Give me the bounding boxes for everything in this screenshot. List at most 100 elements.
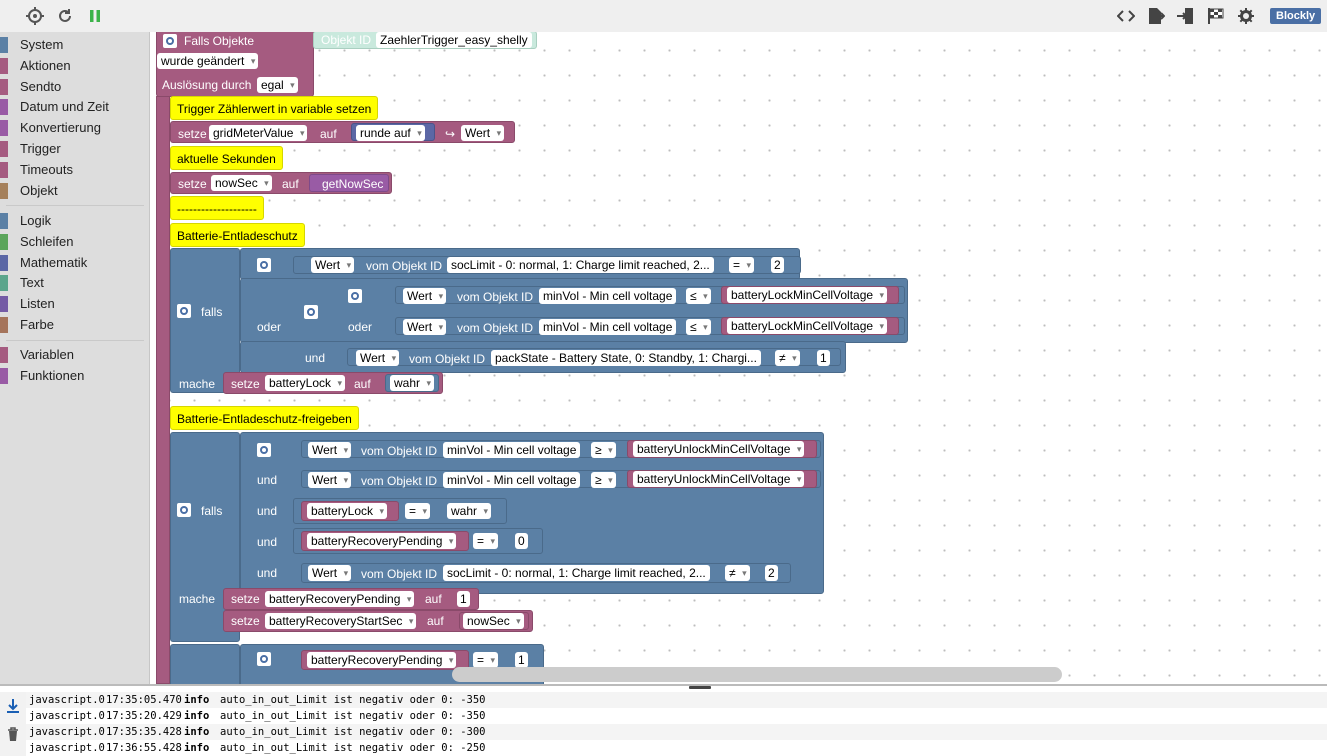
category-timeouts[interactable]: Timeouts <box>0 160 150 180</box>
variable-dropdown[interactable]: batteryLock <box>265 375 346 391</box>
object-id-field[interactable]: socLimit - 0: normal, 1: Charge limit re… <box>443 565 710 581</box>
pause-icon[interactable] <box>85 6 105 26</box>
category-system[interactable]: System <box>0 35 150 55</box>
number-field[interactable]: 1 <box>515 652 528 668</box>
category-objekt[interactable]: Objekt <box>0 181 150 201</box>
variable-dropdown[interactable]: batteryUnlockMinCellVoltage <box>633 441 805 457</box>
gear-icon[interactable] <box>163 34 177 48</box>
category-listen[interactable]: Listen <box>0 294 150 314</box>
operator-dropdown[interactable]: = <box>473 533 499 549</box>
gear-icon[interactable] <box>257 443 271 457</box>
operator-dropdown[interactable]: ≠ <box>725 565 750 581</box>
operator-dropdown[interactable]: ≥ <box>591 472 616 488</box>
variable-dropdown[interactable]: batteryLockMinCellVoltage <box>727 287 888 303</box>
category-variablen[interactable]: Variablen <box>0 345 150 365</box>
category-mathematik[interactable]: Mathematik <box>0 253 150 273</box>
number-field[interactable]: 1 <box>817 350 830 366</box>
comment-block[interactable]: -------------------- <box>170 196 264 220</box>
object-id-field[interactable]: packState - Battery State, 0: Standby, 1… <box>491 350 761 366</box>
object-id-field[interactable]: minVol - Min cell voltage <box>443 442 581 458</box>
gear-icon[interactable] <box>177 304 191 318</box>
wert-dropdown[interactable]: Wert <box>308 472 352 488</box>
operator-dropdown[interactable]: ≠ <box>775 350 800 366</box>
operator-dropdown[interactable]: = <box>473 652 499 668</box>
trigger-dropdown[interactable]: egal <box>257 77 298 93</box>
object-id-value[interactable]: ZaehlerTrigger_easy_shelly <box>376 32 532 48</box>
setze-label: setze <box>231 377 260 391</box>
category-sendto[interactable]: Sendto <box>0 77 150 97</box>
operator-dropdown[interactable]: ≤ <box>686 288 711 304</box>
variable-dropdown[interactable]: batteryLockMinCellVoltage <box>727 318 888 334</box>
log-src: javascript.0 <box>29 726 105 738</box>
round-dropdown[interactable]: runde auf <box>356 125 425 141</box>
wert-dropdown[interactable]: Wert <box>403 319 447 335</box>
category-sidebar: System Aktionen Sendto Datum und Zeit Konver… <box>0 32 150 684</box>
category-logik[interactable]: Logik <box>0 211 150 231</box>
gear-icon[interactable] <box>257 652 271 666</box>
number-field[interactable]: 2 <box>771 257 784 273</box>
variable-dropdown[interactable]: batteryRecoveryStartSec <box>265 613 417 629</box>
crosshair-icon[interactable] <box>25 6 45 26</box>
gear-icon[interactable] <box>348 289 362 303</box>
log-row: javascript.0 17:35:05.470 info auto_in_out_… <box>26 692 1327 708</box>
number-field[interactable]: 0 <box>515 533 528 549</box>
wert-dropdown[interactable]: Wert <box>356 350 400 366</box>
operator-dropdown[interactable]: = <box>405 503 431 519</box>
reload-icon[interactable] <box>55 6 75 26</box>
gear-icon[interactable] <box>257 258 271 272</box>
variable-dropdown[interactable]: nowSec <box>463 613 524 629</box>
boolean-dropdown[interactable]: wahr <box>390 375 435 391</box>
operator-dropdown[interactable]: ≥ <box>591 442 616 458</box>
wert-dropdown[interactable]: Wert <box>311 257 355 273</box>
operator-dropdown[interactable]: = <box>729 257 755 273</box>
wert-dropdown[interactable]: Wert <box>308 442 352 458</box>
gear-icon[interactable] <box>177 503 191 517</box>
operator-dropdown[interactable]: ≤ <box>686 319 711 335</box>
import-icon[interactable] <box>1176 6 1196 26</box>
comment-block[interactable]: Batterie-Entladeschutz-freigeben <box>170 406 359 430</box>
gear-icon[interactable] <box>304 305 318 319</box>
variable-dropdown[interactable]: batteryRecoveryPending <box>307 533 457 549</box>
comment-block[interactable]: aktuelle Sekunden <box>170 146 283 170</box>
changed-dropdown[interactable]: wurde geändert <box>157 53 259 69</box>
number-field[interactable]: 1 <box>457 591 470 607</box>
wert-dropdown[interactable]: Wert <box>308 565 352 581</box>
variable-dropdown[interactable]: batteryRecoveryPending <box>265 591 415 607</box>
number-field[interactable]: 2 <box>765 565 778 581</box>
object-id-field[interactable]: minVol - Min cell voltage <box>443 472 581 488</box>
category-label: Objekt <box>20 182 58 198</box>
variable-dropdown[interactable]: gridMeterValue <box>209 125 308 141</box>
category-funktionen[interactable]: Funktionen <box>0 366 150 386</box>
blockly-mode-badge[interactable]: Blockly <box>1270 8 1322 24</box>
category-farbe[interactable]: Farbe <box>0 315 150 335</box>
category-konvertierung[interactable]: Konvertierung <box>0 118 150 138</box>
wert-dropdown[interactable]: Wert <box>403 288 447 304</box>
wert-dropdown[interactable]: Wert <box>461 125 505 141</box>
und-label: und <box>257 566 278 580</box>
category-text[interactable]: Text <box>0 273 150 293</box>
flag-icon[interactable] <box>1206 6 1226 26</box>
category-datum-und-zeit[interactable]: Datum und Zeit <box>0 97 150 117</box>
resize-handle[interactable] <box>689 686 711 689</box>
variable-dropdown[interactable]: nowSec <box>211 175 272 191</box>
category-schleifen[interactable]: Schleifen <box>0 232 150 252</box>
horizontal-scrollbar[interactable] <box>452 667 1062 682</box>
category-aktionen[interactable]: Aktionen <box>0 56 150 76</box>
export-icon[interactable] <box>1146 6 1166 26</box>
category-trigger[interactable]: Trigger <box>0 139 150 159</box>
variable-dropdown[interactable]: batteryUnlockMinCellVoltage <box>633 471 805 487</box>
log-row: javascript.0 17:36:55.428 info auto_in_out_… <box>26 740 1327 756</box>
comment-block[interactable]: Trigger Zählerwert in variable setzen <box>170 96 379 120</box>
object-id-field[interactable]: minVol - Min cell voltage <box>539 319 677 335</box>
vom-objekt-label: vom Objekt ID <box>457 290 534 304</box>
variable-dropdown[interactable]: batteryLock <box>307 503 388 519</box>
variable-dropdown[interactable]: batteryRecoveryPending <box>307 652 457 668</box>
object-id-field[interactable]: socLimit - 0: normal, 1: Charge limit re… <box>447 257 714 273</box>
comment-block[interactable]: Batterie-Entladeschutz <box>170 223 305 247</box>
boolean-dropdown[interactable]: wahr <box>447 503 492 519</box>
if-block[interactable] <box>170 644 240 684</box>
blockly-workspace[interactable]: Falls Objekte Objekt ID ZaehlerTrigger_e… <box>151 32 1327 684</box>
code-icon[interactable] <box>1116 6 1136 26</box>
object-id-field[interactable]: minVol - Min cell voltage <box>539 288 677 304</box>
settings-icon[interactable] <box>1236 6 1256 26</box>
